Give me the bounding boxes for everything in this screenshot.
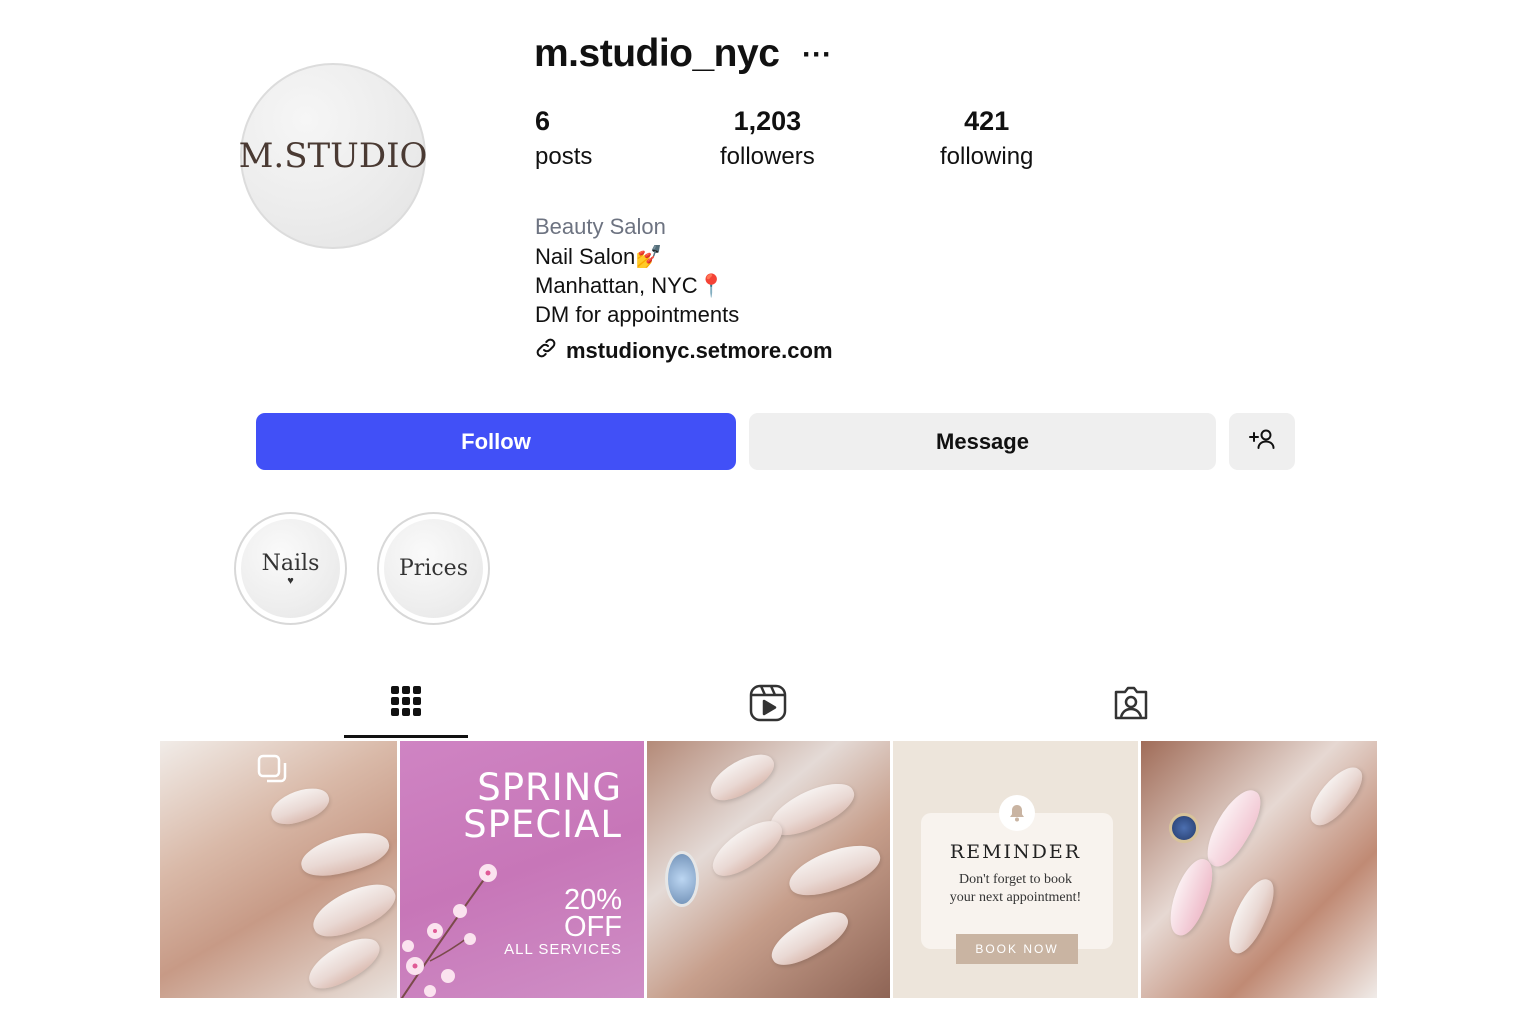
profile-avatar[interactable]: M.STUDIO [238,63,428,249]
grid-icon [390,685,422,722]
posts-count: 6 [535,106,551,136]
bell-icon [999,795,1035,831]
highlight-prices-cover: Prices [384,519,483,618]
posts-label: posts [535,143,593,170]
bio-line-3: DM for appointments [535,302,740,327]
discount-text: 20% OFF [563,884,622,943]
post-thumbnail-1[interactable] [160,741,397,998]
reminder-line-1: Don't forget to book [958,872,1073,887]
post-thumbnail-3[interactable] [647,741,890,998]
highlight-nails-cover: Nails ♥ [241,519,340,618]
message-button[interactable]: Message [749,413,1216,470]
discount-off: OFF [564,911,622,943]
bio-line-1: Nail Salon💅 [535,244,663,269]
link-text: mstudionyc.setmore.com [566,337,833,363]
following-count: 421 [964,106,1010,136]
tagged-icon [1112,684,1150,727]
tab-tagged[interactable] [1069,672,1193,738]
cherry-blossom-illustration [400,851,520,998]
ring-decoration [665,851,699,907]
bio-line-2: Manhattan, NYC📍 [535,273,726,298]
suggest-user-button[interactable] [1229,413,1295,470]
highlight-nails[interactable]: Nails ♥ [234,512,347,625]
post-thumbnail-5[interactable] [1141,741,1377,998]
reminder-title: REMINDER [949,841,1082,863]
posts-grid: SPRING SPECIAL 20% OFF ALL SERVICES REMI… [160,741,1377,998]
more-options-icon[interactable]: ··· [802,40,832,70]
heart-icon: ♥ [287,575,294,587]
tab-reels[interactable] [706,672,830,738]
ring-decoration [1169,813,1199,843]
post-thumbnail-2[interactable]: SPRING SPECIAL 20% OFF ALL SERVICES [400,741,644,998]
reminder-subtitle: Don't forget to book your next appointme… [893,871,1138,907]
posts-stat: 6 posts [535,106,592,171]
profile-category: Beauty Salon [535,214,666,239]
discount-scope: ALL SERVICES [504,941,622,958]
reminder-line-2: your next appointment! [949,890,1082,905]
multiple-photos-icon [256,753,290,792]
tab-posts[interactable] [344,672,468,738]
spring-special-title: SPRING SPECIAL [463,766,622,846]
following-label: following [940,143,1034,170]
add-user-icon [1248,428,1276,456]
highlight-label: Nails [261,551,320,576]
profile-username: m.studio_nyc [534,32,780,75]
highlight-prices[interactable]: Prices [377,512,490,625]
highlight-label: Prices [399,556,468,581]
link-icon [534,336,558,365]
followers-stat[interactable]: 1,203 followers [720,106,815,171]
follow-button[interactable]: Follow [256,413,736,470]
followers-count: 1,203 [733,106,802,136]
discount-percent: 20% [563,884,622,916]
followers-label: followers [720,143,815,170]
profile-link[interactable]: mstudionyc.setmore.com [534,336,833,365]
reels-icon [749,684,787,727]
book-now-graphic: BOOK NOW [956,934,1078,964]
avatar-logo-text: M.STUDIO [238,136,428,176]
post-thumbnail-4[interactable]: REMINDER Don't forget to book your next … [893,741,1138,998]
following-stat[interactable]: 421 following [940,106,1033,171]
